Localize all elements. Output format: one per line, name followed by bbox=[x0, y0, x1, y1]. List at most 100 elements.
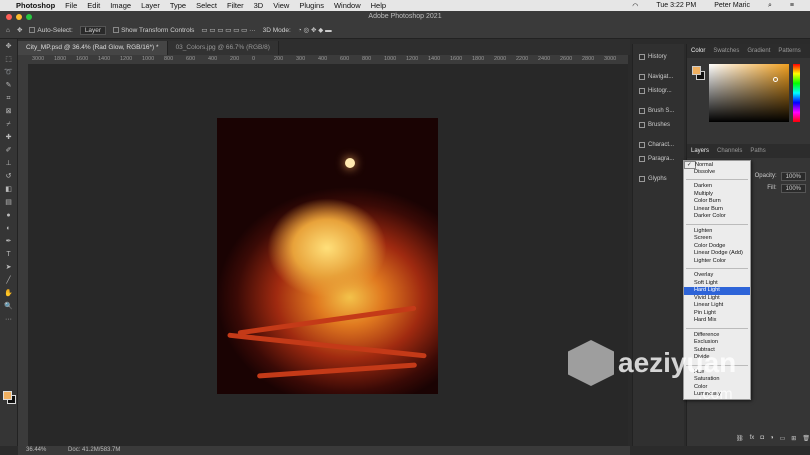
stamp-tool-icon[interactable]: ⊥ bbox=[3, 159, 15, 169]
menu-help[interactable]: Help bbox=[371, 1, 386, 10]
dock-brushes[interactable]: Brushes bbox=[633, 118, 684, 132]
blend-mode-item[interactable]: Color Dodge bbox=[684, 243, 750, 251]
healing-tool-icon[interactable]: ✚ bbox=[3, 133, 15, 143]
blend-mode-item[interactable]: Vivid Light bbox=[684, 295, 750, 303]
dock-histogram[interactable]: Histogr... bbox=[633, 84, 684, 98]
dock-paragraph[interactable]: Paragra... bbox=[633, 152, 684, 166]
frame-tool-icon[interactable]: ⊠ bbox=[3, 107, 15, 117]
menu-edit[interactable]: Edit bbox=[87, 1, 100, 10]
tab-layers[interactable]: Layers bbox=[687, 148, 713, 154]
eraser-tool-icon[interactable]: ◧ bbox=[3, 185, 15, 195]
blend-mode-item[interactable]: Lighten bbox=[684, 228, 750, 236]
dock-character[interactable]: Charact... bbox=[633, 138, 684, 152]
group-icon[interactable]: ▭ bbox=[780, 435, 786, 442]
link-icon[interactable]: ⛓ bbox=[736, 435, 744, 442]
quick-select-tool-icon[interactable]: ✎ bbox=[3, 81, 15, 91]
blend-mode-item[interactable]: Linear Dodge (Add) bbox=[684, 250, 750, 258]
auto-select-dropdown[interactable]: Layer bbox=[79, 25, 107, 35]
blend-mode-item[interactable]: Color Burn bbox=[684, 198, 750, 206]
blend-mode-item[interactable]: Pin Light bbox=[684, 310, 750, 318]
more-tools-icon[interactable]: ··· bbox=[3, 315, 15, 325]
blend-mode-item[interactable]: Hard Mix bbox=[684, 317, 750, 325]
saturation-value-field[interactable] bbox=[709, 64, 789, 122]
type-tool-icon[interactable]: T bbox=[3, 250, 15, 260]
tab-patterns[interactable]: Patterns bbox=[774, 48, 804, 54]
blur-tool-icon[interactable]: ● bbox=[3, 211, 15, 221]
foreground-color-swatch[interactable] bbox=[3, 391, 12, 400]
search-icon[interactable]: ⌕ bbox=[768, 2, 772, 10]
pen-tool-icon[interactable]: ✒ bbox=[3, 237, 15, 247]
menu-view[interactable]: View bbox=[273, 1, 289, 10]
menu-image[interactable]: Image bbox=[110, 1, 131, 10]
blend-mode-item[interactable]: Normal bbox=[684, 161, 713, 169]
menu-list-icon[interactable]: ≡ bbox=[790, 2, 794, 9]
dock-brush-settings[interactable]: Brush S... bbox=[633, 104, 684, 118]
blend-mode-item[interactable]: Linear Burn bbox=[684, 206, 750, 214]
hand-tool-icon[interactable]: ✋ bbox=[3, 289, 15, 299]
tab-gradient[interactable]: Gradient bbox=[743, 48, 774, 54]
blend-mode-item[interactable]: Overlay bbox=[684, 272, 750, 280]
menu-plugins[interactable]: Plugins bbox=[299, 1, 324, 10]
brush-tool-icon[interactable]: ✐ bbox=[3, 146, 15, 156]
zoom-level[interactable]: 36.44% bbox=[26, 447, 46, 453]
line-tool-icon[interactable]: ╱ bbox=[3, 276, 15, 286]
opacity-input[interactable]: 100% bbox=[780, 171, 806, 181]
home-icon[interactable]: ⌂ bbox=[6, 27, 10, 34]
app-name-menu[interactable]: Photoshop bbox=[16, 1, 55, 10]
dodge-tool-icon[interactable]: ◐ bbox=[3, 224, 15, 234]
tab-swatches[interactable]: Swatches bbox=[709, 48, 743, 54]
menu-layer[interactable]: Layer bbox=[141, 1, 160, 10]
lasso-tool-icon[interactable]: ➰ bbox=[3, 68, 15, 78]
transform-controls-checkbox[interactable]: Show Transform Controls bbox=[113, 27, 194, 34]
marquee-tool-icon[interactable]: ⬚ bbox=[3, 55, 15, 65]
menu-select[interactable]: Select bbox=[196, 1, 217, 10]
doc-tab-city[interactable]: City_MP.psd @ 36.4% (Rad Glow, RGB/16*) … bbox=[18, 41, 168, 55]
menu-window[interactable]: Window bbox=[334, 1, 361, 10]
blend-mode-item[interactable]: Dissolve bbox=[684, 169, 750, 177]
close-window-button[interactable] bbox=[6, 14, 12, 20]
dock-history[interactable]: History bbox=[633, 50, 684, 64]
blend-mode-item[interactable]: Multiply bbox=[684, 191, 750, 199]
blend-mode-item[interactable]: Darken bbox=[684, 183, 750, 191]
clock[interactable]: Tue 3:22 PM bbox=[656, 2, 696, 9]
tab-paths[interactable]: Paths bbox=[746, 148, 769, 154]
foreground-swatch[interactable] bbox=[692, 66, 701, 75]
dock-navigator[interactable]: Navigat... bbox=[633, 70, 684, 84]
menu-type[interactable]: Type bbox=[170, 1, 186, 10]
blend-mode-item[interactable]: Linear Light bbox=[684, 302, 750, 310]
doc-tab-colors[interactable]: 03_Colors.jpg @ 66.7% (RGB/8) bbox=[167, 41, 279, 55]
new-layer-icon[interactable]: ⊞ bbox=[791, 435, 796, 442]
minimize-window-button[interactable] bbox=[16, 14, 22, 20]
tab-color[interactable]: Color bbox=[687, 48, 709, 54]
move-tool-icon[interactable]: ✥ bbox=[17, 26, 22, 34]
path-select-tool-icon[interactable]: ➤ bbox=[3, 263, 15, 273]
fill-input[interactable]: 100% bbox=[780, 183, 806, 193]
auto-select-checkbox[interactable]: Auto-Select: bbox=[29, 27, 73, 34]
crop-tool-icon[interactable]: ⌗ bbox=[3, 94, 15, 104]
user-name[interactable]: Peter Maric bbox=[714, 2, 750, 9]
blend-mode-item[interactable]: Difference bbox=[684, 332, 750, 340]
blend-mode-item[interactable]: Hard Light bbox=[684, 287, 750, 295]
zoom-tool-icon[interactable]: 🔍 bbox=[3, 302, 15, 312]
menu-file[interactable]: File bbox=[65, 1, 77, 10]
wifi-icon[interactable]: ◠ bbox=[632, 2, 638, 10]
color-picker-handle[interactable] bbox=[773, 77, 778, 82]
blend-mode-item[interactable]: Lighter Color bbox=[684, 258, 750, 266]
history-brush-tool-icon[interactable]: ↺ bbox=[3, 172, 15, 182]
menu-3d[interactable]: 3D bbox=[254, 1, 264, 10]
trash-icon[interactable]: 🗑 bbox=[802, 435, 810, 442]
gradient-tool-icon[interactable]: ▤ bbox=[3, 198, 15, 208]
blend-mode-item[interactable]: Screen bbox=[684, 235, 750, 243]
blend-mode-item[interactable]: Soft Light bbox=[684, 280, 750, 288]
dock-glyphs[interactable]: Glyphs bbox=[633, 172, 684, 186]
fx-icon[interactable]: fx bbox=[750, 435, 755, 441]
document-canvas[interactable] bbox=[217, 118, 438, 394]
mask-icon[interactable]: ◘ bbox=[760, 435, 764, 441]
hue-slider[interactable] bbox=[793, 64, 800, 122]
align-icons[interactable]: ▭ ▭ ▭ ▭ ▭ ▭ ··· bbox=[201, 26, 255, 34]
adjustment-icon[interactable]: ◑ bbox=[770, 435, 774, 441]
move-tool-icon[interactable]: ✥ bbox=[3, 42, 15, 52]
blend-mode-item[interactable]: Darker Color bbox=[684, 213, 750, 221]
zoom-window-button[interactable] bbox=[26, 14, 32, 20]
tab-channels[interactable]: Channels bbox=[713, 148, 746, 154]
